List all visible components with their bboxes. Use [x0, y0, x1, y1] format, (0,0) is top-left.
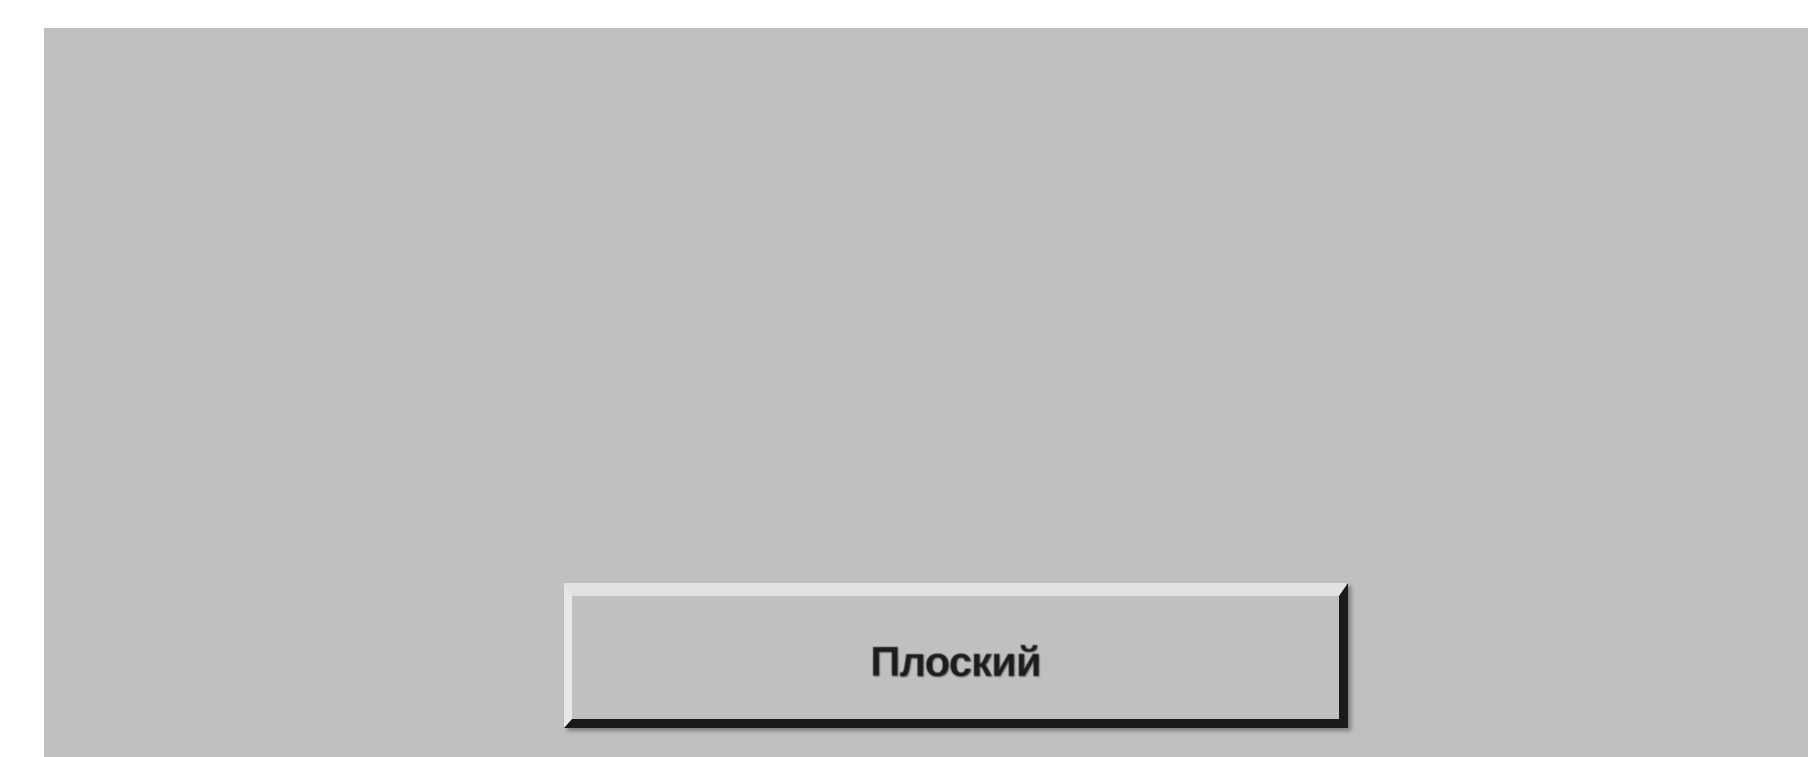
flat-button[interactable]: Плоский [564, 583, 1348, 728]
flat-button-label: Плоский [870, 637, 1041, 685]
dialog-surface: Плоский [44, 28, 1808, 757]
